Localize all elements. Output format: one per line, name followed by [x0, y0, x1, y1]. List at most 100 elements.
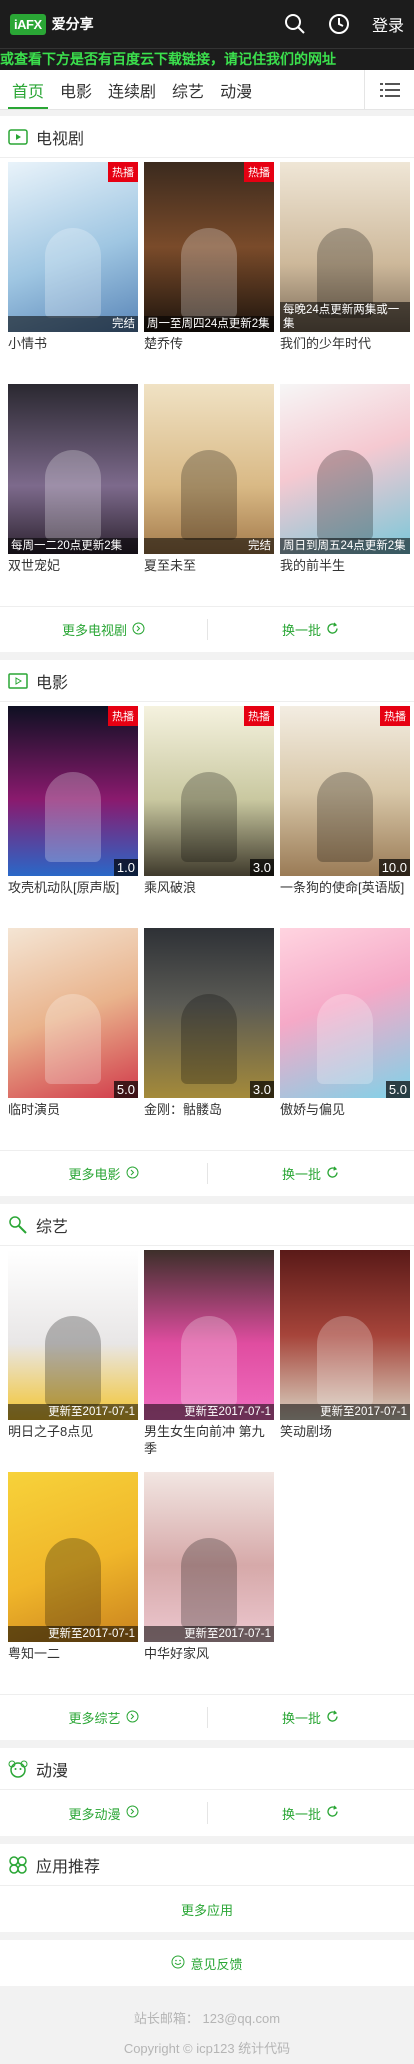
video-title[interactable]: 一条狗的使命[英语版]	[280, 879, 410, 896]
update-status: 周一至周四24点更新2集	[144, 316, 274, 332]
score-badge: 5.0	[385, 1081, 410, 1098]
section-anime: 动漫 更多动漫 换一批	[0, 1748, 414, 1836]
score-badge: 3.0	[249, 859, 274, 876]
video-card[interactable]: 热播 1.0 攻壳机动队[原声版]	[8, 706, 138, 928]
section-title: 电视剧	[36, 130, 85, 148]
more-movie-button[interactable]: 更多电影	[0, 1151, 207, 1196]
arrow-circle-icon	[126, 1166, 139, 1182]
video-title[interactable]: 笑动剧场	[280, 1423, 410, 1440]
video-title[interactable]: 楚乔传	[144, 335, 274, 352]
video-card[interactable]: 更新至2017-07-1 粤知一二	[8, 1472, 138, 1694]
arrow-circle-icon	[132, 622, 145, 638]
tab-anime[interactable]: 动漫	[212, 70, 260, 109]
video-title[interactable]: 金刚：骷髅岛	[144, 1101, 274, 1118]
video-card[interactable]: 热播 周一至周四24点更新2集 楚乔传	[144, 162, 274, 384]
video-card[interactable]: 周日到周五24点更新2集 我的前半生	[280, 384, 410, 606]
video-card[interactable]: 更新至2017-07-1 明日之子8点见	[8, 1250, 138, 1472]
microphone-icon	[8, 1215, 28, 1235]
video-card[interactable]: 完结 夏至未至	[144, 384, 274, 606]
more-apps-button[interactable]: 更多应用	[0, 1886, 414, 1932]
section-header: 电影	[0, 660, 414, 702]
video-card[interactable]: 更新至2017-07-1 笑动剧场	[280, 1250, 410, 1472]
more-anime-button[interactable]: 更多动漫	[0, 1790, 207, 1836]
section-header: 应用推荐	[0, 1844, 414, 1886]
hot-badge: 热播	[244, 162, 274, 182]
logo-badge: iAFX	[10, 13, 46, 35]
video-title[interactable]: 粤知一二	[8, 1645, 138, 1662]
video-card[interactable]: 更新至2017-07-1 中华好家风	[144, 1472, 274, 1694]
video-title[interactable]: 小情书	[8, 335, 138, 352]
feedback-label: 意见反馈	[190, 1956, 243, 1972]
tab-series[interactable]: 连续剧	[100, 70, 164, 109]
score-badge: 1.0	[113, 859, 138, 876]
refresh-label: 换一批	[281, 1711, 321, 1726]
section-apps: 应用推荐 更多应用	[0, 1844, 414, 1932]
section-variety: 综艺 更新至2017-07-1 明日之子8点见 更新至2017-07-1 男生女…	[0, 1204, 414, 1740]
tab-movie[interactable]: 电影	[52, 70, 100, 109]
more-label: 更多应用	[180, 1902, 233, 1918]
more-label: 更多动漫	[68, 1806, 121, 1822]
notice-marquee: 或查看下方是否有百度云下载链接，请记住我们的网址	[0, 48, 414, 70]
hot-badge: 热播	[108, 162, 138, 182]
video-card[interactable]: 5.0 傲娇与偏见	[280, 928, 410, 1150]
score-badge: 3.0	[249, 1081, 274, 1098]
video-title[interactable]: 明日之子8点见	[8, 1423, 138, 1440]
feedback-button[interactable]: 意见反馈	[0, 1940, 414, 1986]
arrow-circle-icon	[126, 1805, 139, 1821]
movie-icon	[8, 671, 28, 691]
video-title[interactable]: 我们的少年时代	[280, 335, 410, 352]
video-title[interactable]: 傲娇与偏见	[280, 1101, 410, 1118]
refresh-icon	[326, 1166, 339, 1182]
video-title[interactable]: 攻壳机动队[原声版]	[8, 879, 138, 896]
video-title[interactable]: 男生女生向前冲 第九季	[144, 1423, 274, 1457]
refresh-icon	[326, 1805, 339, 1821]
page-footer: 站长邮箱： 123@qq.com Copyright © icp123 统计代码	[0, 1986, 414, 2064]
video-title[interactable]: 夏至未至	[144, 557, 274, 574]
video-card[interactable]: 每晚24点更新两集或一集 我们的少年时代	[280, 162, 410, 384]
update-status: 更新至2017-07-1	[8, 1404, 138, 1420]
section-tv: 电视剧 热播 完结 小情书 热播 周一至周四24点更新2集 楚乔传 每晚24点更…	[0, 116, 414, 652]
tab-home[interactable]: 首页	[4, 70, 52, 109]
more-tv-button[interactable]: 更多电视剧	[0, 607, 207, 652]
refresh-label: 换一批	[281, 1806, 321, 1822]
hot-badge: 热播	[108, 706, 138, 726]
video-title[interactable]: 临时演员	[8, 1101, 138, 1118]
refresh-movie-button[interactable]: 换一批	[207, 1151, 414, 1196]
video-card[interactable]: 热播 10.0 一条狗的使命[英语版]	[280, 706, 410, 928]
section-title: 电影	[36, 674, 69, 692]
section-title: 动漫	[36, 1762, 69, 1780]
video-title[interactable]: 我的前半生	[280, 557, 410, 574]
login-link[interactable]: 登录	[372, 12, 404, 36]
history-clock-icon[interactable]	[328, 13, 350, 35]
update-status: 更新至2017-07-1	[280, 1404, 410, 1420]
refresh-variety-button[interactable]: 换一批	[207, 1695, 414, 1740]
section-header: 综艺	[0, 1204, 414, 1246]
logo[interactable]: iAFX 爱分享	[10, 13, 94, 35]
app-header: iAFX 爱分享 登录	[0, 0, 414, 48]
update-status: 每周一二20点更新2集	[8, 538, 138, 554]
hot-badge: 热播	[244, 706, 274, 726]
tab-variety[interactable]: 综艺	[164, 70, 212, 109]
video-card[interactable]: 热播 完结 小情书	[8, 162, 138, 384]
search-icon[interactable]	[284, 13, 306, 35]
video-card[interactable]: 每周一二20点更新2集 双世宠妃	[8, 384, 138, 606]
video-title[interactable]: 乘风破浪	[144, 879, 274, 896]
video-card[interactable]: 更新至2017-07-1 男生女生向前冲 第九季	[144, 1250, 274, 1472]
refresh-anime-button[interactable]: 换一批	[207, 1790, 414, 1836]
video-title[interactable]: 双世宠妃	[8, 557, 138, 574]
video-card[interactable]: 3.0 金刚：骷髅岛	[144, 928, 274, 1150]
menu-icon[interactable]	[364, 70, 414, 109]
refresh-tv-button[interactable]: 换一批	[207, 607, 414, 652]
update-status: 周日到周五24点更新2集	[280, 538, 410, 554]
tv-icon	[8, 127, 28, 147]
more-label: 更多电影	[68, 1167, 121, 1182]
video-title[interactable]: 中华好家风	[144, 1645, 274, 1662]
update-status: 完结	[144, 538, 274, 554]
clover-icon	[8, 1855, 28, 1875]
refresh-label: 换一批	[281, 623, 321, 638]
video-card[interactable]: 5.0 临时演员	[8, 928, 138, 1150]
video-card[interactable]: 热播 3.0 乘风破浪	[144, 706, 274, 928]
more-variety-button[interactable]: 更多综艺	[0, 1695, 207, 1740]
arrow-circle-icon	[126, 1710, 139, 1726]
score-badge: 10.0	[378, 859, 410, 876]
